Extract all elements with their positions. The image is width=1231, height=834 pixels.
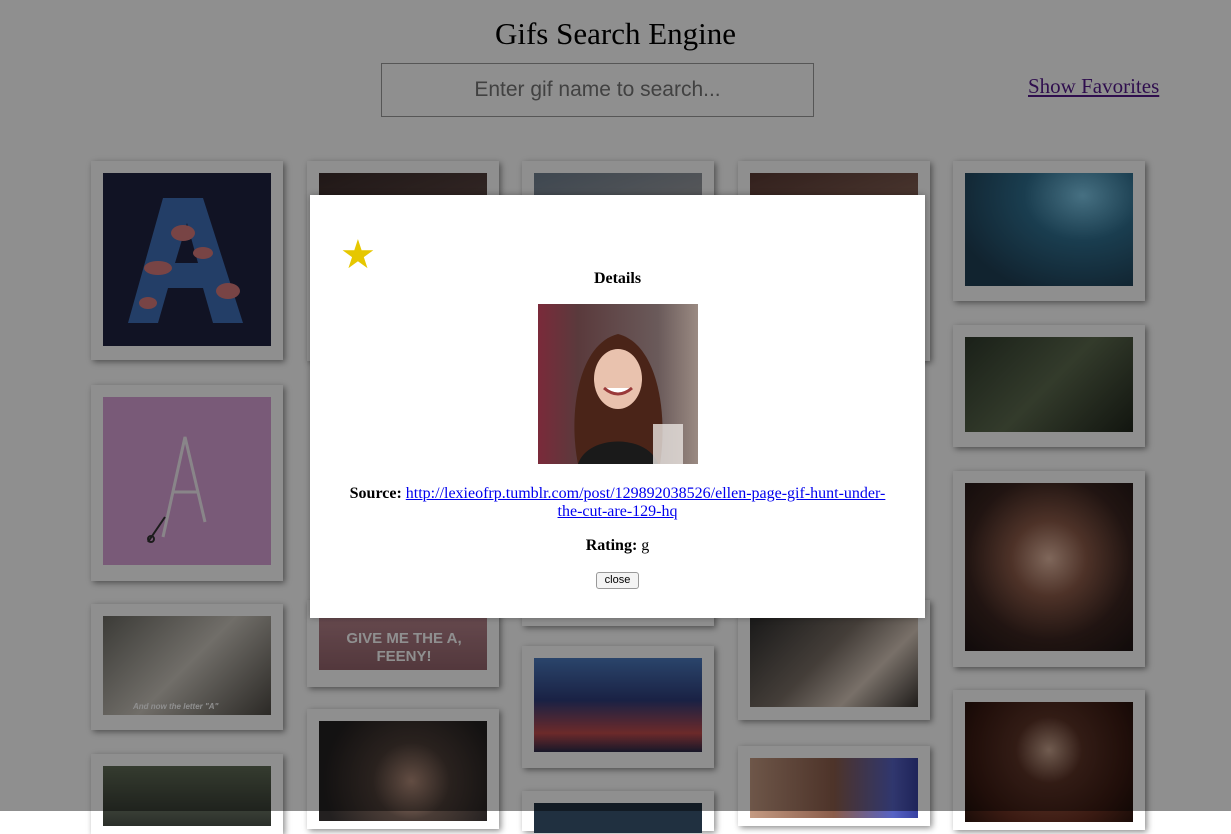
modal-title: Details — [593, 270, 642, 287]
close-button[interactable]: close — [596, 572, 639, 589]
source-link[interactable]: http://lexieofrp.tumblr.com/post/1298920… — [406, 485, 886, 520]
source-label: Source: — [349, 485, 402, 502]
portrait-image — [538, 304, 698, 464]
rating-line: Rating: g — [310, 537, 925, 555]
details-modal: ★ Details Source: http://lexieofrp.tumbl… — [310, 195, 925, 618]
gif-preview — [538, 304, 698, 464]
rating-value: g — [641, 537, 650, 554]
source-line: Source: http://lexieofrp.tumblr.com/post… — [340, 485, 895, 521]
rating-label: Rating: — [585, 537, 638, 554]
star-icon[interactable]: ★ — [340, 235, 376, 275]
